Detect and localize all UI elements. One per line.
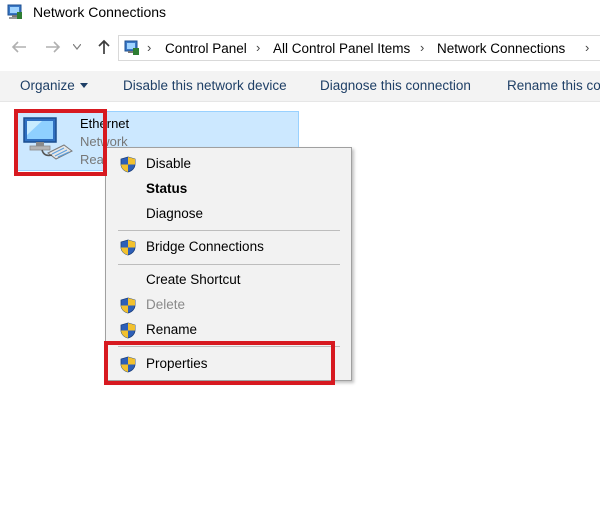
network-connections-app-icon	[7, 4, 22, 19]
rename-connection-button[interactable]: Rename this co	[507, 78, 600, 93]
breadcrumb-network-connections[interactable]: Network Connections	[437, 41, 565, 56]
menu-item-properties[interactable]: Properties	[108, 353, 349, 375]
window-title: Network Connections	[33, 4, 167, 20]
back-arrow-icon	[11, 41, 26, 53]
back-button[interactable]	[9, 37, 29, 57]
menu-item-disable[interactable]: Disable	[108, 153, 349, 175]
chevron-right-icon: ›	[147, 40, 152, 55]
chevron-down-icon	[73, 44, 81, 50]
menu-item-create-shortcut[interactable]: Create Shortcut	[108, 269, 349, 291]
organize-label: Organize	[20, 78, 75, 93]
forward-button[interactable]	[43, 37, 63, 57]
menu-item-rename[interactable]: Rename	[108, 319, 349, 341]
menu-item-status[interactable]: Status	[108, 178, 349, 200]
breadcrumb-all-control-panel-items[interactable]: All Control Panel Items	[273, 41, 410, 56]
menu-item-diagnose[interactable]: Diagnose	[108, 203, 349, 225]
menu-item-label: Create Shortcut	[146, 272, 241, 287]
uac-shield-icon	[120, 356, 136, 373]
uac-shield-icon	[120, 239, 136, 256]
menu-item-label: Rename	[146, 322, 198, 337]
chevron-right-icon[interactable]: ›	[585, 40, 589, 55]
uac-shield-icon	[120, 322, 136, 339]
connection-name: Ethernet	[80, 116, 130, 131]
up-arrow-icon	[98, 39, 110, 54]
control-panel-icon	[124, 40, 139, 55]
organize-menu[interactable]: Organize	[20, 78, 88, 93]
menu-item-bridge-connections[interactable]: Bridge Connections	[108, 236, 349, 258]
connection-status: Rea	[80, 152, 104, 167]
context-menu: Disable Status Diagnose Bridge Connectio…	[105, 147, 352, 381]
navigation-bar: › Control Panel › All Control Panel Item…	[0, 34, 600, 62]
chevron-right-icon[interactable]: ›	[256, 40, 260, 55]
menu-item-label: Disable	[146, 156, 192, 171]
uac-shield-icon	[120, 156, 136, 173]
chevron-right-icon[interactable]: ›	[420, 40, 424, 55]
menu-item-label: Status	[146, 181, 188, 196]
ethernet-adapter-icon	[23, 117, 73, 160]
uac-shield-icon	[120, 297, 136, 314]
caret-down-icon	[79, 83, 88, 88]
menu-item-label: Properties	[146, 356, 208, 371]
menu-separator	[118, 264, 340, 265]
disable-device-button[interactable]: Disable this network device	[123, 78, 287, 93]
forward-arrow-icon	[46, 41, 61, 53]
command-bar: Organize Disable this network device Dia…	[0, 71, 600, 102]
menu-item-label: Diagnose	[146, 206, 204, 221]
menu-item-delete: Delete	[108, 294, 349, 316]
menu-separator	[118, 346, 340, 347]
title-bar: Network Connections	[0, 0, 600, 26]
menu-item-label: Bridge Connections	[146, 239, 264, 254]
diagnose-connection-button[interactable]: Diagnose this connection	[320, 78, 471, 93]
menu-separator	[118, 230, 340, 231]
breadcrumb-control-panel[interactable]: Control Panel	[165, 41, 247, 56]
menu-item-label: Delete	[146, 297, 186, 312]
up-button[interactable]	[94, 37, 114, 57]
address-bar[interactable]: › Control Panel › All Control Panel Item…	[118, 35, 600, 61]
recent-locations-button[interactable]	[70, 37, 84, 57]
